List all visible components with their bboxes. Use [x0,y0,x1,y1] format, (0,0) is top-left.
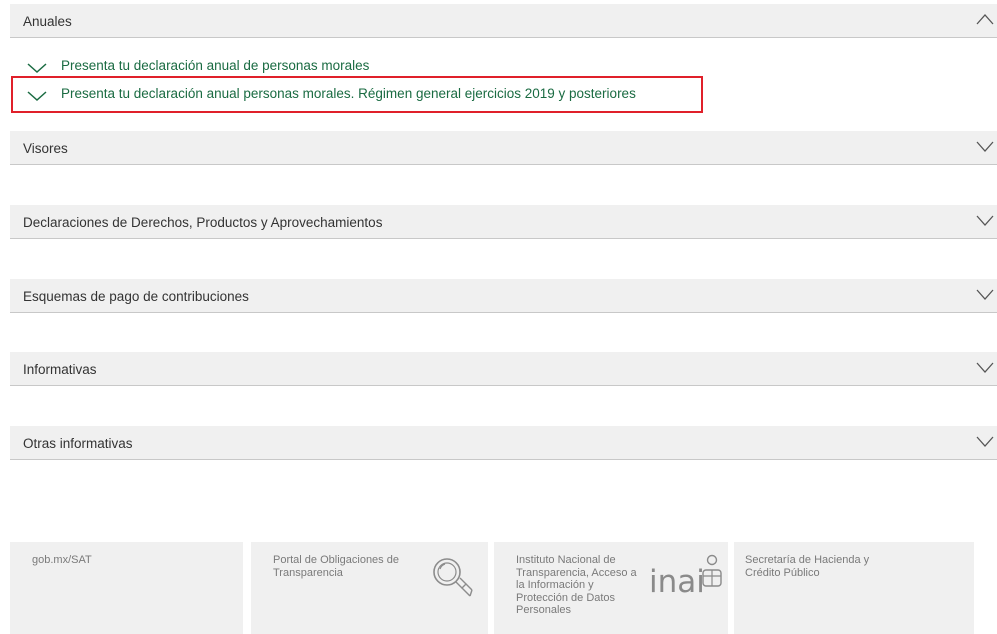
section-title: Anuales [23,14,72,29]
footer-card-hacienda[interactable]: Secretaría de Hacienda y Crédito Público [734,542,974,634]
section-title: Otras informativas [23,436,133,451]
footer-card-inai[interactable]: Instituto Nacional de Transparencia, Acc… [494,542,728,634]
footer-label-line: la Información y [516,579,594,591]
link-declaracion-anual-regimen-general-2019[interactable]: Presenta tu declaración anual personas m… [27,85,697,105]
inai-logo-icon [701,554,723,595]
section-header-otras-informativas[interactable]: Otras informativas [10,426,997,460]
link-label: Presenta tu declaración anual personas m… [61,86,636,101]
footer-link-portal-obligaciones[interactable]: Portal de Obligaciones de Transparencia [273,554,399,579]
footer-label-line: Instituto Nacional de [516,554,616,566]
section-title: Esquemas de pago de contribuciones [23,289,249,304]
footer-label-line: Crédito Público [745,566,820,579]
footer-label-line: Transparencia, Acceso a [516,566,637,579]
magnifier-icon [431,556,473,603]
chevron-up-icon[interactable] [975,12,995,26]
chevron-down-icon[interactable] [975,213,995,227]
inai-logo-text: inai [649,564,705,600]
section-header-anuales[interactable]: Anuales [10,4,997,38]
chevron-down-icon[interactable] [975,434,995,448]
chevron-down-icon[interactable] [975,360,995,374]
section-header-esquemas-pago[interactable]: Esquemas de pago de contribuciones [10,279,997,313]
footer-label-line: Secretaría de Hacienda y [745,554,870,566]
section-header-visores[interactable]: Visores [10,131,997,165]
footer-card-portal-obligaciones[interactable]: Portal de Obligaciones de Transparencia [251,542,488,634]
chevron-down-icon [27,62,47,74]
footer-card-gob-sat[interactable]: gob.mx/SAT [10,542,243,634]
footer-label-line: Protección de Datos [516,591,616,604]
section-title: Informativas [23,362,97,377]
link-label: Presenta tu declaración anual de persona… [61,58,370,73]
footer-label-line: Transparencia [273,566,343,579]
chevron-down-icon [27,90,47,102]
chevron-down-icon[interactable] [975,139,995,153]
footer-link-inai[interactable]: Instituto Nacional de Transparencia, Acc… [516,554,637,617]
section-header-declaraciones-derechos[interactable]: Declaraciones de Derechos, Productos y A… [10,205,997,239]
link-declaracion-anual-personas-morales[interactable]: Presenta tu declaración anual de persona… [27,57,407,77]
footer-label-line: Portal de Obligaciones de [273,554,399,566]
section-title: Declaraciones de Derechos, Productos y A… [23,215,383,230]
footer-label-line: Personales [516,604,572,616]
footer-link-hacienda[interactable]: Secretaría de Hacienda y Crédito Público [745,554,869,579]
section-header-informativas[interactable]: Informativas [10,352,997,386]
section-title: Visores [23,141,68,156]
chevron-down-icon[interactable] [975,287,995,301]
footer-link-gob-sat[interactable]: gob.mx/SAT [32,554,92,567]
